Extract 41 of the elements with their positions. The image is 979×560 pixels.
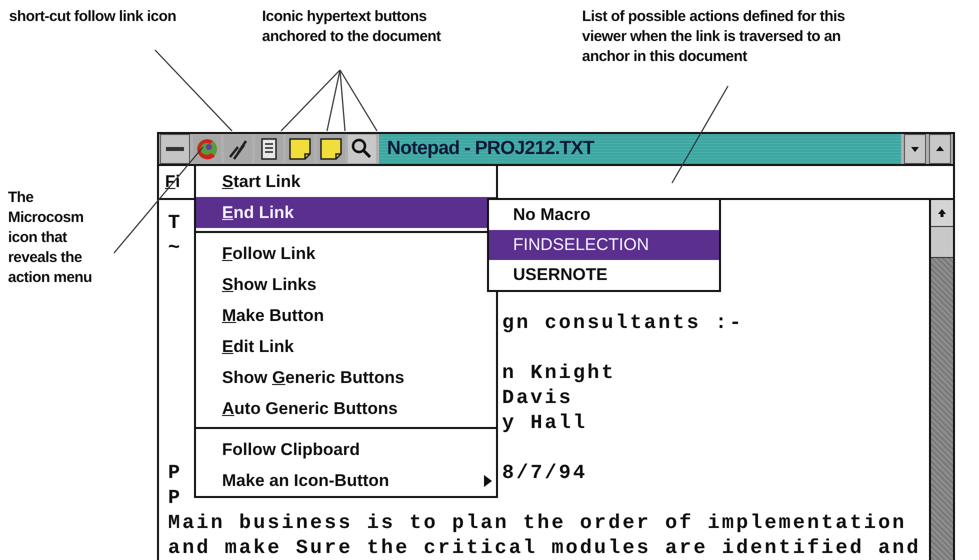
annotation-label: Iconic hypertext buttons anchored to the document <box>262 7 441 47</box>
up-triangle-icon <box>935 144 945 154</box>
annotation-label: short-cut follow link icon <box>9 7 176 27</box>
chain-link-icon[interactable] <box>224 135 252 163</box>
menu-item[interactable]: Follow Clipboard <box>196 434 496 465</box>
minimize-button[interactable] <box>904 134 926 164</box>
document-text: Main business is to plan the order of implementation <box>167 511 907 536</box>
document-text: T <box>168 212 182 235</box>
document-icon[interactable] <box>255 135 283 163</box>
menu-item[interactable]: FINDSELECTION <box>489 230 719 260</box>
menu-item[interactable]: USERNOTE <box>489 260 719 290</box>
up-arrow-icon <box>937 208 947 218</box>
document-text: and make Sure the critical modules are identified and <box>167 536 921 560</box>
document-text: gn consultants :- <box>502 311 744 336</box>
note-icon[interactable] <box>286 135 314 163</box>
note-icon[interactable] <box>317 135 345 163</box>
menu-item[interactable]: Auto Generic Buttons <box>196 393 496 424</box>
scroll-thumb[interactable] <box>931 227 953 258</box>
menu-item[interactable]: Make Button <box>196 300 496 331</box>
maximize-button[interactable] <box>929 134 951 164</box>
menu-item[interactable]: Show Generic Buttons <box>196 362 496 393</box>
microcosm-icon[interactable] <box>193 135 221 163</box>
document-text: ~ <box>168 237 182 260</box>
document-text: P <box>168 487 182 510</box>
menu-item[interactable]: End Link <box>196 197 496 228</box>
document-text: y Hall <box>502 411 588 436</box>
scrollbar[interactable] <box>929 200 953 560</box>
document-text: P <box>168 462 182 485</box>
menu-item[interactable]: Edit Link <box>196 331 496 362</box>
window-title: Notepad - PROJ212.TXT <box>379 134 901 164</box>
annotation-label: List of possible actions defined for this viewer when the link is traversed to an anchor in this document <box>582 7 845 67</box>
scroll-up-button[interactable] <box>931 200 953 227</box>
down-triangle-icon <box>910 144 920 154</box>
system-menu-button[interactable] <box>160 134 190 164</box>
menu-item[interactable]: Start Link <box>196 166 496 197</box>
menu-item[interactable]: Make an Icon-Button <box>196 465 496 496</box>
document-text: n Knight <box>502 361 616 386</box>
search-icon[interactable] <box>348 135 376 163</box>
document-text: Davis <box>502 386 574 411</box>
document-text: 8/7/94 <box>502 461 588 486</box>
annotation-label: The Microcosm icon that reveals the action menu <box>8 188 92 288</box>
